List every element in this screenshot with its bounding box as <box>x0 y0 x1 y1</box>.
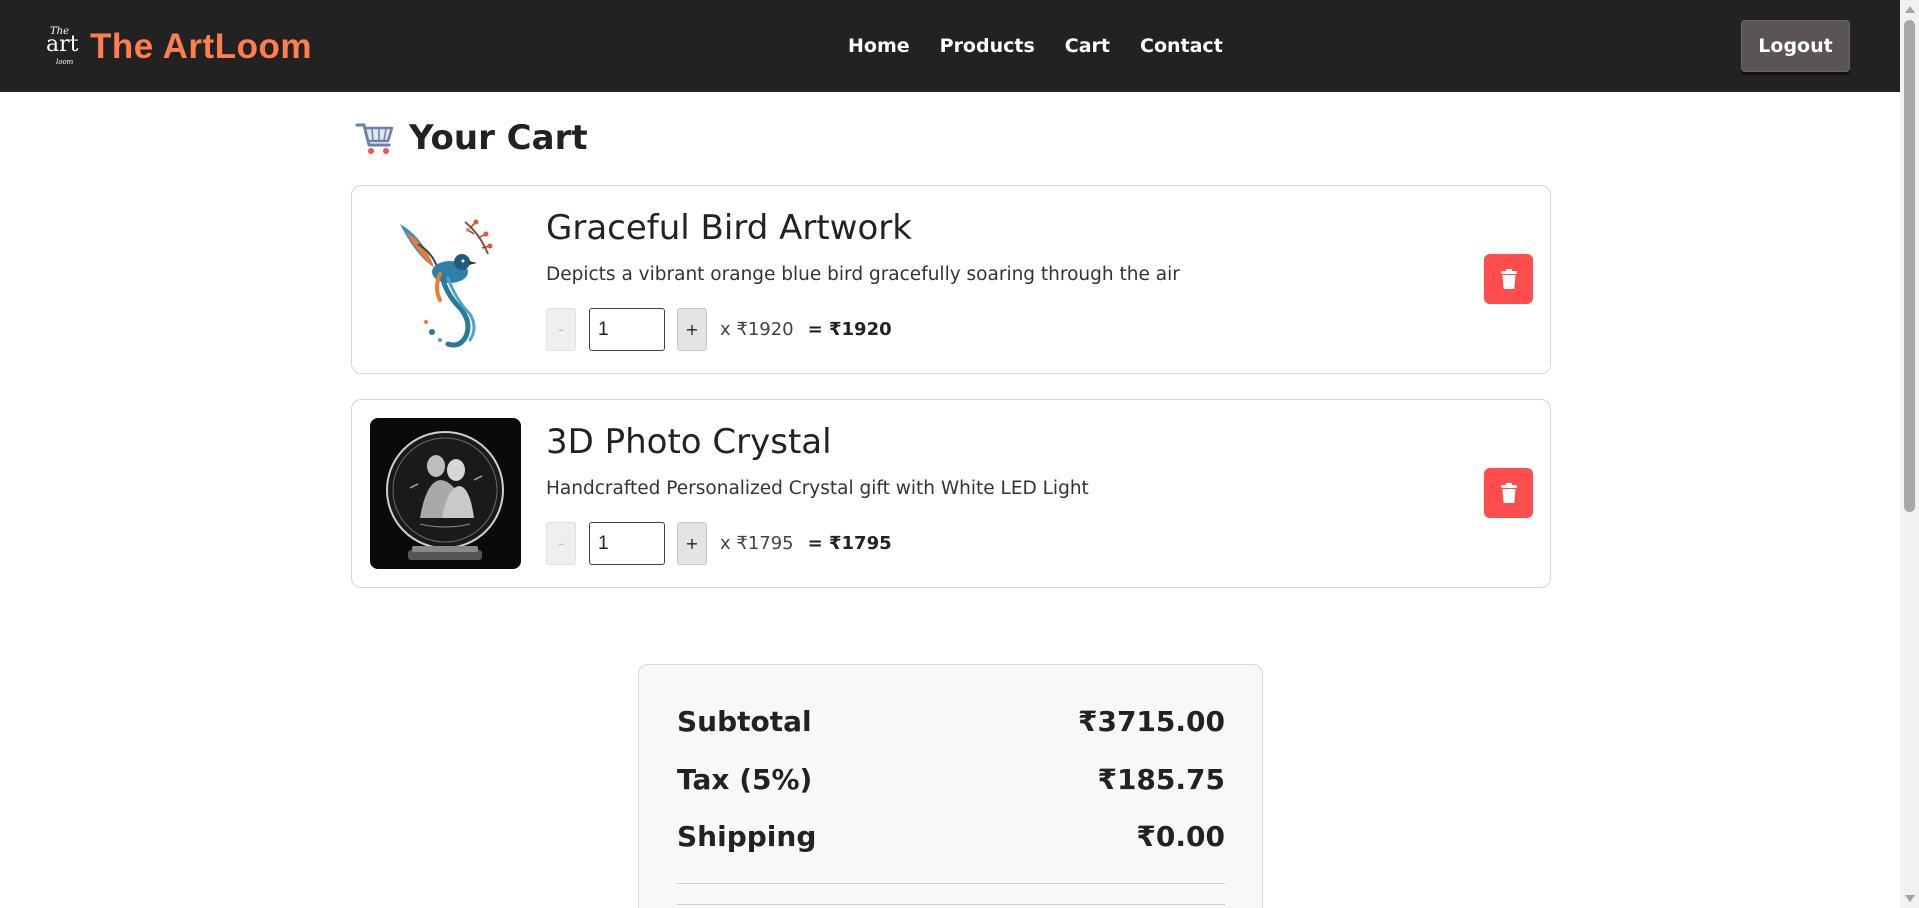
shopping-cart-icon <box>355 123 394 154</box>
main-nav: Home Products Cart Contact <box>848 35 1223 57</box>
vertical-scrollbar[interactable] <box>1900 0 1919 908</box>
cart-item: 3D Photo Crystal Handcrafted Personalize… <box>351 399 1551 588</box>
brand[interactable]: The art loom The ArtLoom <box>44 26 312 68</box>
line-total: = ₹1920 <box>807 319 892 340</box>
item-description: Depicts a vibrant orange blue bird grace… <box>546 264 1180 285</box>
line-total: = ₹1795 <box>807 533 892 554</box>
scroll-down-arrow-icon[interactable] <box>1905 895 1915 902</box>
quantity-input[interactable] <box>589 522 665 565</box>
trash-icon <box>1500 483 1517 503</box>
nav-cart[interactable]: Cart <box>1065 35 1110 57</box>
bird-artwork-image <box>370 204 521 355</box>
shipping-row: Shipping ₹0.00 <box>677 820 1225 853</box>
divider <box>677 883 1225 884</box>
page-heading: Your Cart <box>409 118 588 158</box>
shipping-label: Shipping <box>677 820 817 853</box>
cart-item: Graceful Bird Artwork Depicts a vibrant … <box>351 185 1551 374</box>
artloom-logo: The art loom <box>46 26 79 66</box>
tax-row: Tax (5%) ₹185.75 <box>677 763 1225 796</box>
scrollbar-thumb[interactable] <box>1904 20 1915 512</box>
tax-label: Tax (5%) <box>677 763 813 796</box>
nav-contact[interactable]: Contact <box>1140 35 1223 57</box>
shipping-value: ₹0.00 <box>1136 820 1225 853</box>
brand-name[interactable]: The ArtLoom <box>90 27 312 67</box>
remove-item-button[interactable] <box>1484 468 1533 518</box>
unit-price: x ₹1920 <box>720 319 794 340</box>
divider <box>677 904 1225 905</box>
item-title: 3D Photo Crystal <box>546 422 832 462</box>
page-title: Your Cart <box>355 118 588 158</box>
logout-button[interactable]: Logout <box>1741 20 1850 72</box>
navbar: The art loom The ArtLoom Home Products C… <box>0 0 1900 92</box>
subtotal-value: ₹3715.00 <box>1077 705 1225 738</box>
quantity-stepper: - + x ₹1920 = ₹1920 <box>546 308 892 351</box>
subtotal-label: Subtotal <box>677 705 812 738</box>
trash-icon <box>1500 269 1517 289</box>
subtotal-row: Subtotal ₹3715.00 <box>677 705 1225 738</box>
nav-products[interactable]: Products <box>940 35 1035 57</box>
item-description: Handcrafted Personalized Crystal gift wi… <box>546 478 1089 499</box>
remove-item-button[interactable] <box>1484 254 1533 304</box>
item-title: Graceful Bird Artwork <box>546 208 912 248</box>
increase-quantity-button[interactable]: + <box>677 522 707 565</box>
decrease-quantity-button[interactable]: - <box>546 522 576 565</box>
order-summary: Subtotal ₹3715.00 Tax (5%) ₹185.75 Shipp… <box>638 664 1263 908</box>
decrease-quantity-button[interactable]: - <box>546 308 576 351</box>
unit-price: x ₹1795 <box>720 533 794 554</box>
quantity-input[interactable] <box>589 308 665 351</box>
quantity-stepper: - + x ₹1795 = ₹1795 <box>546 522 892 565</box>
increase-quantity-button[interactable]: + <box>677 308 707 351</box>
scroll-up-arrow-icon[interactable] <box>1905 6 1915 13</box>
photo-crystal-image <box>370 418 521 569</box>
tax-value: ₹185.75 <box>1097 763 1225 796</box>
nav-home[interactable]: Home <box>848 35 910 57</box>
